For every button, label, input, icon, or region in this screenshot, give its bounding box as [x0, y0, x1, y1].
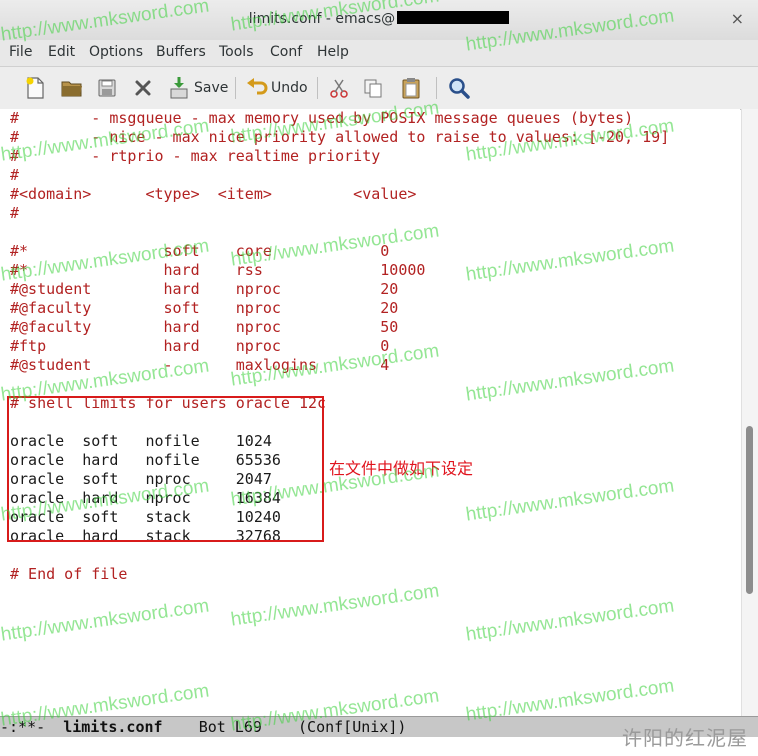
copy-icon	[364, 79, 382, 98]
code-line: # - msgqueue - max memory used by POSIX …	[10, 109, 634, 127]
menubar: File Edit Options Buffers Tools Conf Hel…	[0, 40, 758, 67]
code-line: #* hard rss 10000	[10, 261, 426, 279]
window-title: limits.conf - emacs@	[0, 11, 758, 27]
close-x-icon	[135, 80, 151, 96]
undo-icon	[247, 78, 268, 95]
code-line: #@faculty hard nproc 50	[10, 318, 399, 336]
buffer-status: -:**-	[0, 718, 46, 736]
toolbar-separator	[235, 77, 236, 99]
toolbar: Save Undo	[0, 67, 758, 110]
cut-button[interactable]	[328, 75, 350, 101]
paste-icon	[402, 78, 420, 99]
menu-help[interactable]: Help	[317, 44, 349, 60]
close-buffer-button[interactable]	[132, 75, 154, 101]
code-line: #<domain> <type> <item> <value>	[10, 185, 417, 203]
search-icon	[449, 78, 470, 99]
menu-buffers[interactable]: Buffers	[156, 44, 206, 60]
code-line: # - rtprio - max realtime priority	[10, 147, 381, 165]
cut-icon	[330, 79, 348, 98]
save-label: Save	[194, 80, 229, 96]
buffer-name: limits.conf	[63, 718, 163, 736]
open-folder-icon	[61, 81, 82, 97]
window-titlebar: limits.conf - emacs@ ×	[0, 0, 758, 41]
code-line: #@student - maxlogins 4	[10, 356, 390, 374]
menu-file[interactable]: File	[9, 44, 32, 60]
toolbar-separator	[317, 77, 318, 99]
close-window-button[interactable]: ×	[731, 9, 744, 28]
major-mode: (Conf[Unix])	[298, 718, 407, 736]
save-disk-icon	[98, 79, 116, 97]
new-file-button[interactable]	[24, 75, 46, 101]
annotation-highlight-box	[7, 396, 324, 542]
paste-button[interactable]	[400, 75, 422, 101]
search-button[interactable]	[447, 75, 471, 101]
code-line: #@faculty soft nproc 20	[10, 299, 399, 317]
menu-edit[interactable]: Edit	[48, 44, 75, 60]
toolbar-separator	[436, 77, 437, 99]
cursor-position: Bot L69	[198, 718, 262, 736]
code-line: # End of file	[10, 565, 128, 583]
save-button[interactable]: Save	[168, 75, 228, 101]
vertical-scrollbar[interactable]	[741, 109, 758, 716]
code-line: #ftp hard nproc 0	[10, 337, 390, 355]
copy-button[interactable]	[362, 75, 384, 101]
new-file-icon	[26, 77, 44, 99]
undo-label: Undo	[271, 80, 308, 96]
annotation-text: 在文件中做如下设定	[329, 459, 474, 478]
author-signature: 许阳的红泥屋	[622, 726, 748, 750]
menu-options[interactable]: Options	[89, 44, 143, 60]
scrollbar-thumb[interactable]	[746, 426, 753, 594]
code-line: #	[10, 166, 20, 184]
redacted-hostname	[397, 11, 510, 24]
menu-tools[interactable]: Tools	[219, 44, 254, 60]
save-disk-button[interactable]	[96, 75, 118, 101]
open-folder-button[interactable]	[60, 75, 84, 101]
code-line: #* soft core 0	[10, 242, 390, 260]
code-line: #@student hard nproc 20	[10, 280, 399, 298]
code-line: # - nice - max nice priority allowed to …	[10, 128, 670, 146]
menu-conf[interactable]: Conf	[270, 44, 302, 60]
undo-button[interactable]: Undo	[245, 75, 308, 101]
save-icon	[170, 77, 188, 99]
code-line: #	[10, 204, 20, 222]
